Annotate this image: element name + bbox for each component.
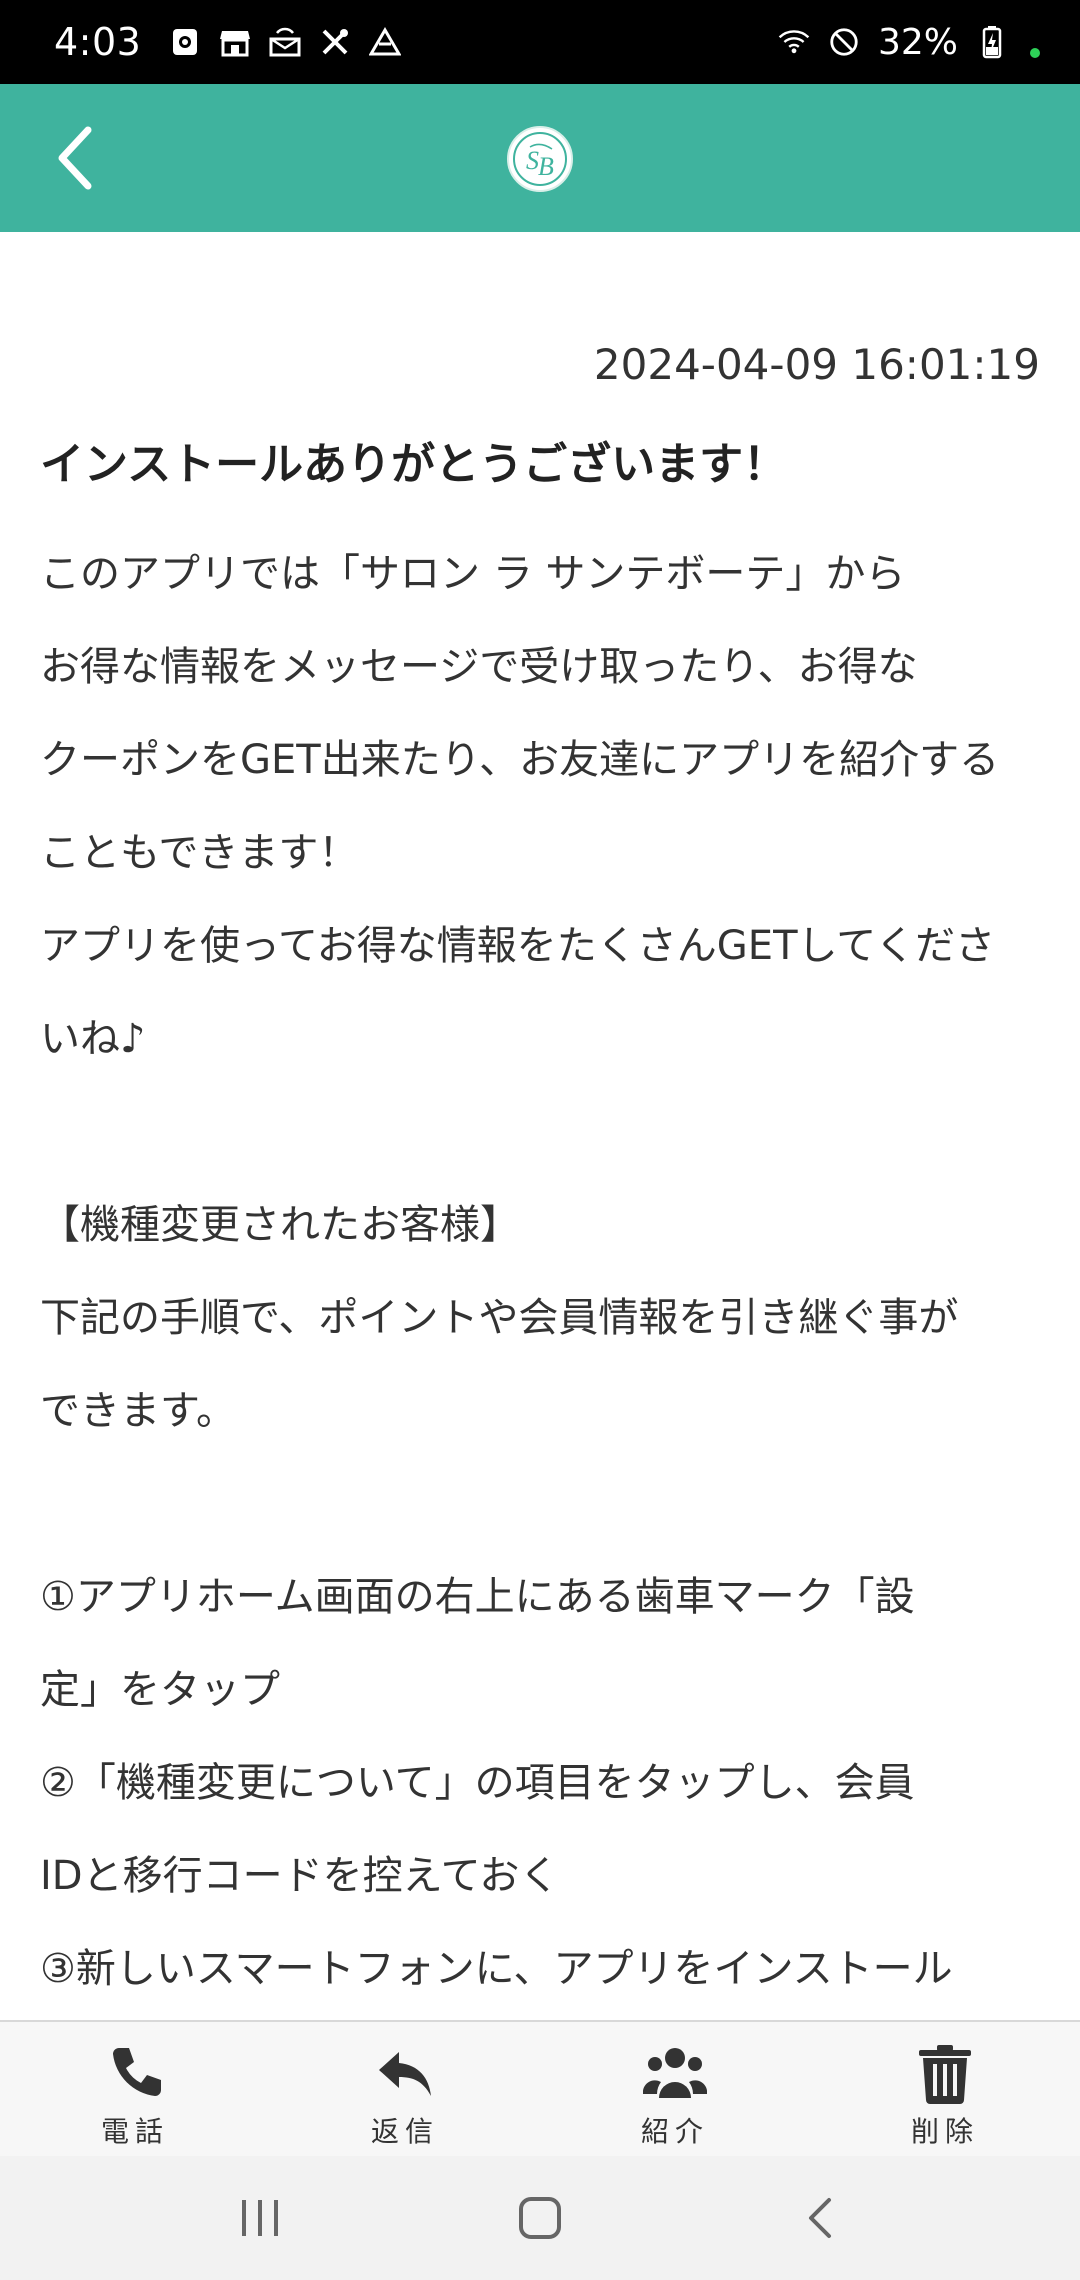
battery-percent: 32% (877, 21, 958, 63)
status-bar: 4:03 32% (0, 0, 1080, 84)
action-bar: 電話 返信 紹介 削除 (0, 2020, 1080, 2156)
message-line: 【機種変更されたお客様】 (40, 1202, 520, 1248)
notification-icons (169, 26, 402, 58)
reply-label: 返信 (370, 2115, 439, 2148)
message-line: できます。 (40, 1388, 236, 1434)
message-line: IDと移行コードを控えておく (40, 1853, 560, 1899)
introduce-button[interactable]: 紹介 (540, 2022, 810, 2156)
salon-logo-icon: S B (507, 126, 573, 192)
status-right: 32% (778, 22, 1040, 63)
message-line: アプリを使ってお得な情報をたくさんGETしてくださ (40, 923, 996, 969)
message-content: 2024-04-09 16:01:19 インストールありがとうございます！ この… (0, 232, 1080, 2020)
message-line (40, 1086, 1050, 1179)
camera-notification-icon (169, 26, 201, 58)
app-header: S B (0, 84, 1080, 232)
mail-notification-icon (269, 26, 301, 58)
store-notification-icon (219, 26, 251, 58)
back-button[interactable] (44, 120, 104, 196)
charging-indicator-dot (1030, 48, 1040, 58)
trash-icon (913, 2042, 977, 2106)
phone-label: 電話 (100, 2115, 169, 2148)
message-line: クーポンをGET出来たり、お友達にアプリを紹介する (40, 737, 1000, 783)
battery-charging-icon (976, 26, 1008, 59)
introduce-label: 紹介 (640, 2115, 709, 2148)
message-line: このアプリでは「サロン ラ サンテボーテ」から (40, 551, 906, 597)
system-nav-bar (0, 2156, 1080, 2280)
message-body: このアプリでは「サロン ラ サンテボーテ」から お得な情報をメッセージで受け取っ… (40, 528, 1050, 2016)
home-icon (519, 2197, 561, 2239)
system-back-button[interactable] (770, 2178, 870, 2258)
home-button[interactable] (490, 2178, 590, 2258)
recent-apps-icon (242, 2200, 278, 2236)
message-timestamp: 2024-04-09 16:01:19 (593, 340, 1040, 389)
phone-button[interactable]: 電話 (0, 2022, 270, 2156)
svg-text:B: B (538, 152, 554, 181)
delete-label: 削除 (910, 2115, 979, 2148)
reply-icon (373, 2042, 437, 2106)
status-time: 4:03 (54, 20, 142, 64)
recent-apps-button[interactable] (210, 2178, 310, 2258)
message-line: ①アプリホーム画面の右上にある歯車マーク「設 (40, 1574, 915, 1620)
users-icon (643, 2042, 707, 2106)
message-line: ③新しいスマートフォンに、アプリをインストール (40, 1946, 953, 1992)
wifi-icon (778, 26, 810, 58)
delete-button[interactable]: 削除 (810, 2022, 1080, 2156)
reply-button[interactable]: 返信 (270, 2022, 540, 2156)
message-line: こともできます！ (40, 830, 359, 876)
message-title: インストールありがとうございます！ (40, 439, 788, 490)
message-line (40, 1458, 1050, 1551)
tools-notification-icon (319, 26, 351, 58)
message-line: 定」をタップ (40, 1667, 280, 1713)
chevron-left-icon (58, 126, 92, 190)
do-not-disturb-icon (828, 26, 860, 58)
message-line: ②「機種変更について」の項目をタップし、会員 (40, 1760, 915, 1806)
message-line: お得な情報をメッセージで受け取ったり、お得な (40, 644, 918, 690)
drive-notification-icon (369, 26, 402, 58)
phone-icon (103, 2042, 167, 2106)
message-line: 下記の手順で、ポイントや会員情報を引き継ぐ事が (40, 1295, 959, 1341)
system-back-icon (809, 2198, 831, 2238)
message-line: いね♪ (40, 1016, 146, 1062)
